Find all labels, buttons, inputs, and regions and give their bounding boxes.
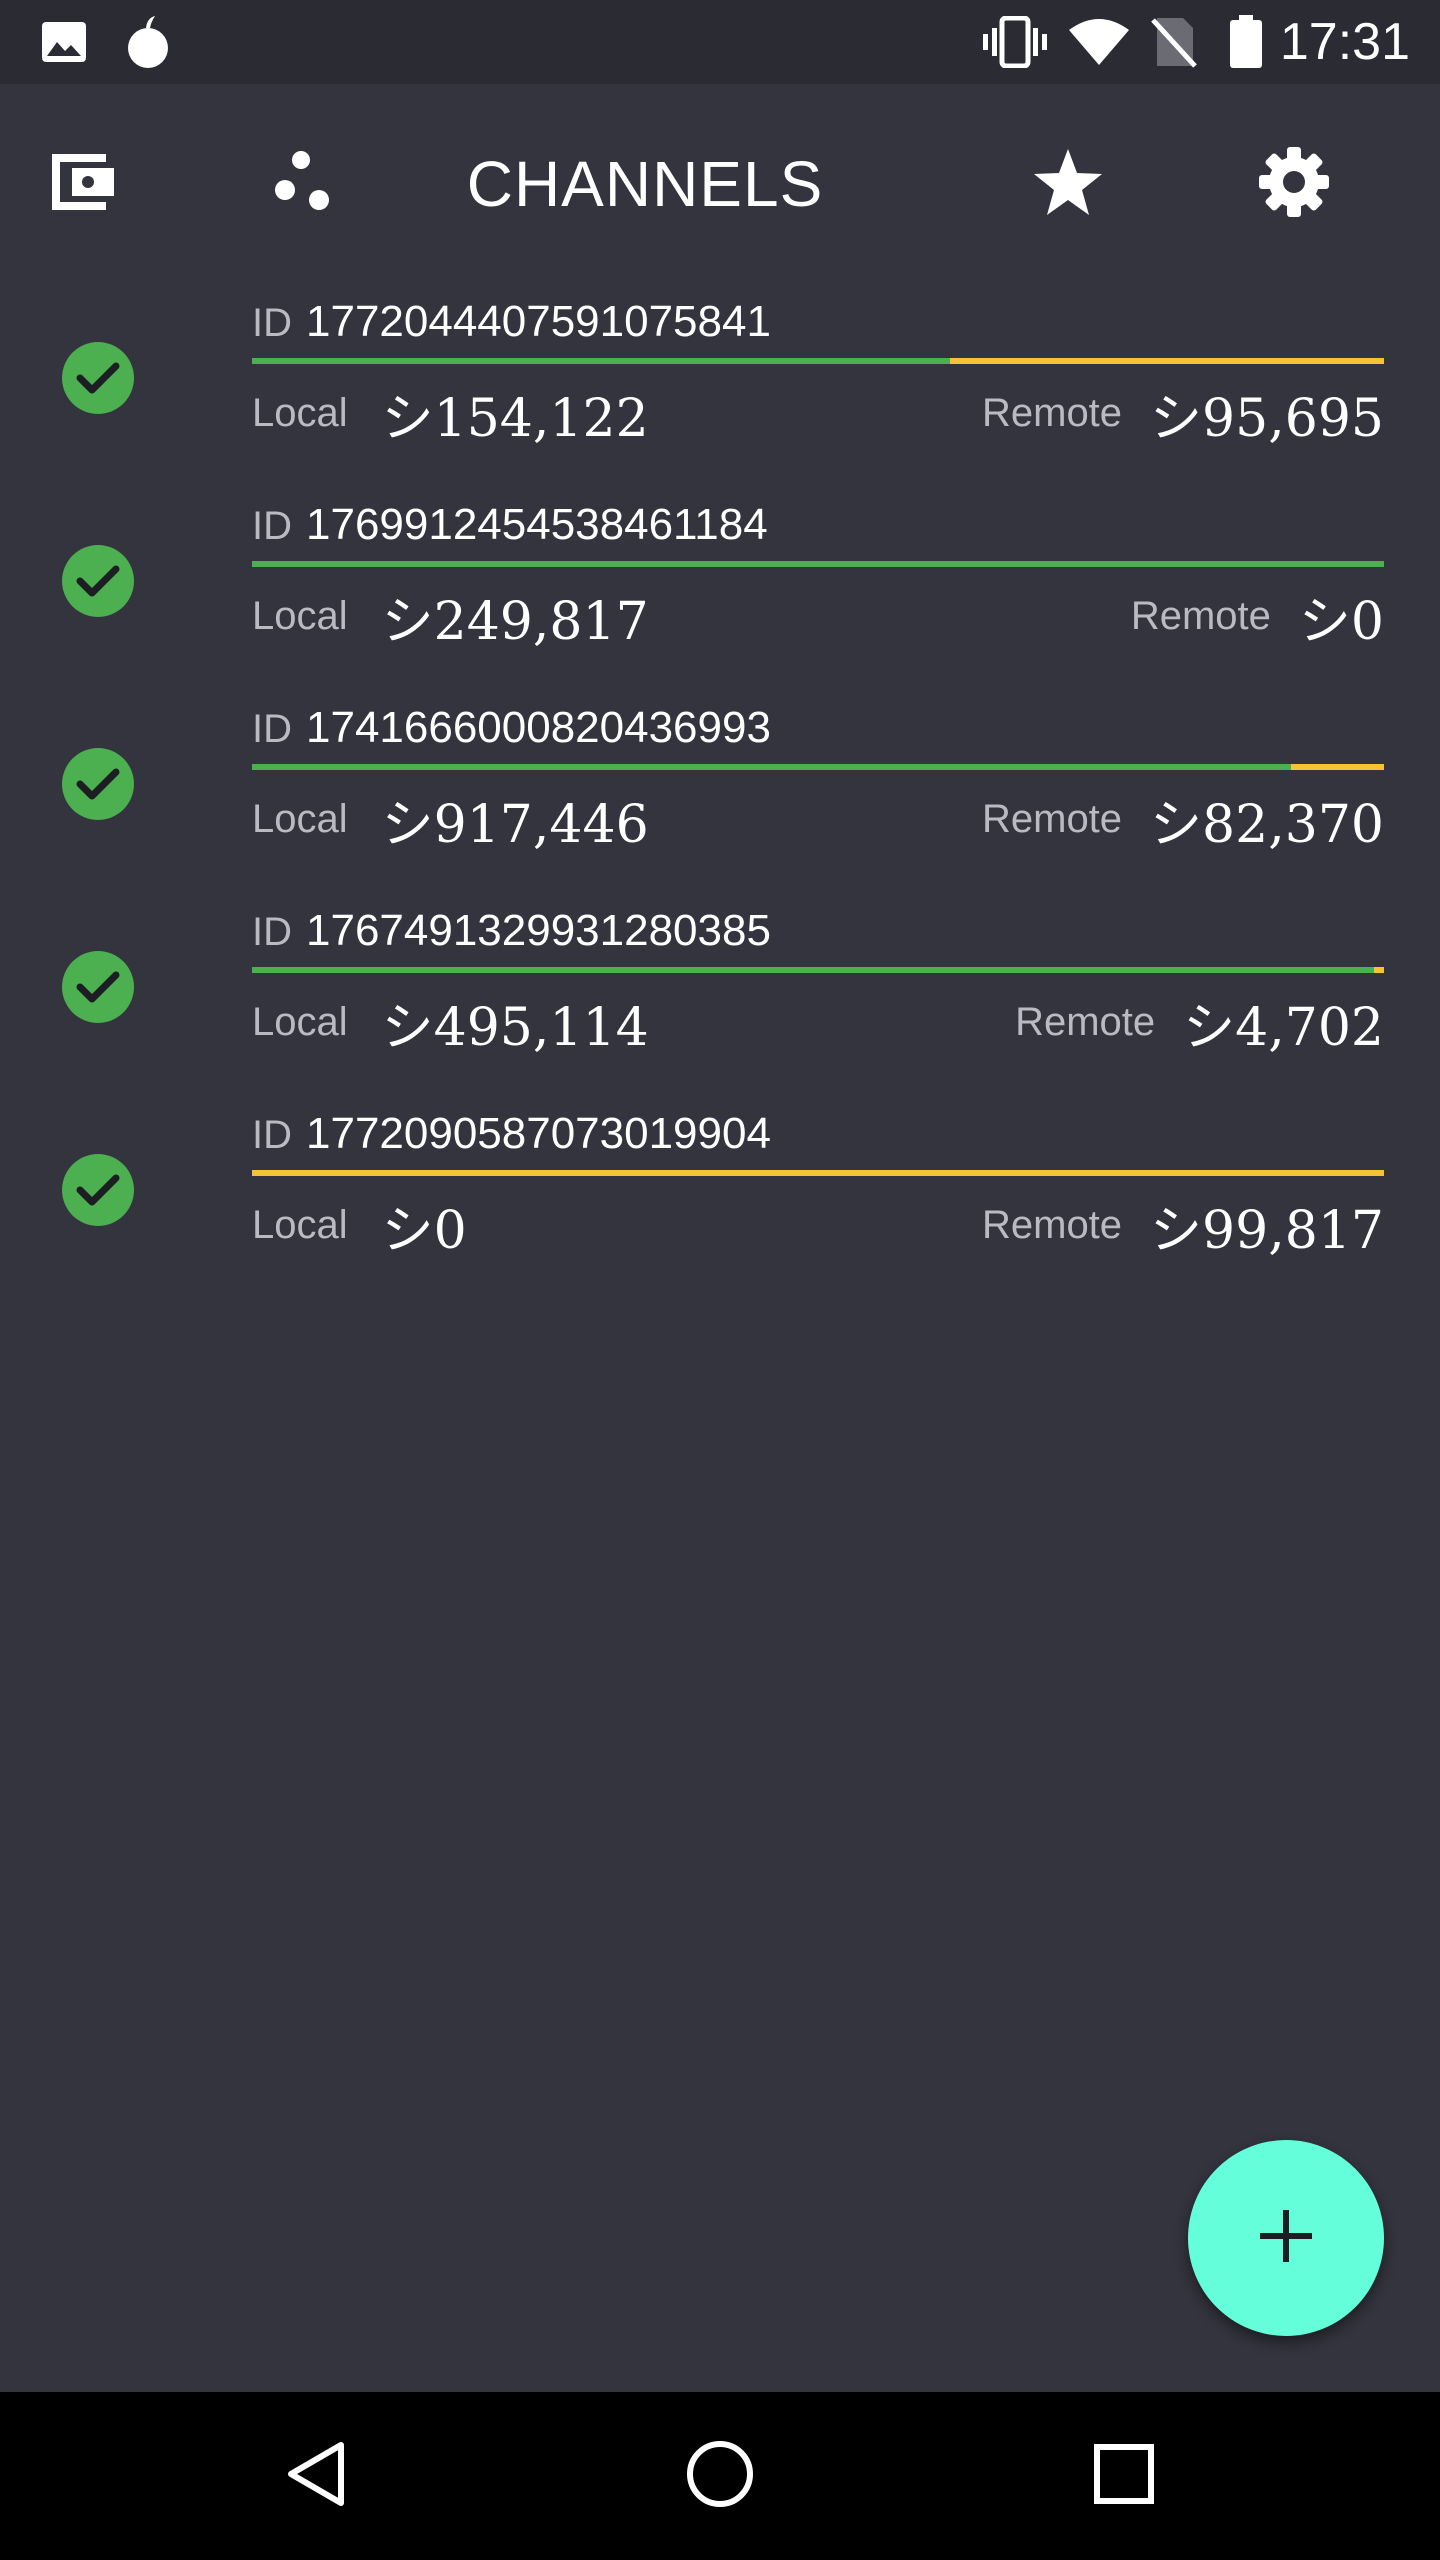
channel-id-label: ID [252,707,292,751]
settings-button[interactable] [1244,134,1344,234]
recents-icon [1093,2443,1155,2510]
star-icon [1032,147,1104,222]
remote-amount: シ4,702 [1183,997,1384,1058]
app-bar: CHANNELS [0,84,1440,280]
channel-id-row: ID 1772044407591075841 [252,292,771,352]
local-label: Local [252,796,348,841]
local-amount: シ917,446 [381,794,649,855]
remote-balance: Remote シ82,370 [982,782,1384,857]
remote-balance: Remote シ4,702 [1015,985,1384,1060]
favorites-button[interactable] [1018,134,1118,234]
plus-icon [1258,2208,1314,2269]
check-icon [62,951,134,1023]
balance-bar [252,967,1384,973]
remote-balance: Remote シ95,695 [982,376,1384,451]
remote-label: Remote [1130,593,1271,638]
channel-id: 1772044407591075841 [306,297,771,346]
recents-button[interactable] [1074,2426,1174,2526]
local-balance: Local シ249,817 [252,579,649,654]
balance-bar-local [252,561,1384,567]
remote-amount: シ0 [1298,591,1384,652]
channel-item[interactable]: ID 1772090587073019904 Local シ0 Remote シ9… [0,1092,1440,1295]
balance-bar [252,358,1384,364]
local-amount: シ249,817 [381,591,649,652]
local-balance: Local シ0 [252,1188,467,1263]
channel-id-row: ID 1769912454538461184 [252,495,768,555]
channel-item[interactable]: ID 1769912454538461184 Local シ249,817 Rem… [0,483,1440,686]
battery-icon [1222,14,1270,70]
channel-id: 1767491329931280385 [306,906,771,955]
local-balance: Local シ495,114 [252,985,649,1060]
home-button[interactable] [670,2426,770,2526]
local-amount: シ495,114 [381,997,649,1058]
balance-bar-local [252,967,1374,973]
no-sim-icon [1148,14,1200,70]
remote-label: Remote [1015,999,1156,1044]
channel-list: ID 1772044407591075841 Local シ154,122 Rem… [0,280,1440,1295]
remote-amount: シ82,370 [1150,794,1384,855]
check-icon [62,545,134,617]
remote-balance: Remote シ99,817 [982,1188,1384,1263]
channel-id: 1741666000820436993 [306,703,771,752]
balance-bar [252,764,1384,770]
channel-id-label: ID [252,301,292,345]
remote-label: Remote [981,796,1123,841]
peers-button[interactable] [255,134,355,234]
balance-bar-local [252,358,951,364]
remote-label: Remote [981,1202,1123,1247]
balance-row: Local シ495,114 Remote シ4,702 [252,985,1384,1060]
local-label: Local [252,390,348,435]
local-label: Local [252,1202,348,1247]
page-title: CHANNELS [466,148,824,220]
balance-bar [252,561,1384,567]
settings-icon [1257,145,1331,224]
check-icon [62,342,134,414]
status-bar: 17:31 [0,0,1440,84]
balance-row: Local シ917,446 Remote シ82,370 [252,782,1384,857]
notification-app-icon [120,14,176,70]
check-icon [62,748,134,820]
remote-balance: Remote シ0 [1131,579,1384,654]
channel-id-row: ID 1767491329931280385 [252,901,771,961]
balance-row: Local シ154,122 Remote シ95,695 [252,376,1384,451]
system-nav-bar [0,2392,1440,2560]
channel-id-label: ID [252,504,292,548]
local-balance: Local シ154,122 [252,376,649,451]
balance-row: Local シ249,817 Remote シ0 [252,579,1384,654]
local-balance: Local シ917,446 [252,782,649,857]
channel-id-row: ID 1741666000820436993 [252,698,771,758]
local-amount: シ154,122 [381,388,649,449]
local-amount: シ0 [381,1200,467,1261]
peers-icon [273,150,337,219]
remote-amount: シ99,817 [1150,1200,1384,1261]
image-icon [36,14,92,70]
remote-amount: シ95,695 [1150,388,1384,449]
channel-item[interactable]: ID 1772044407591075841 Local シ154,122 Rem… [0,280,1440,483]
channel-item[interactable]: ID 1767491329931280385 Local シ495,114 Rem… [0,889,1440,1092]
back-icon [285,2439,347,2514]
local-label: Local [252,999,348,1044]
add-channel-button[interactable] [1188,2140,1384,2336]
home-icon [685,2439,755,2514]
local-label: Local [252,593,348,638]
check-icon [62,1154,134,1226]
balance-bar [252,1170,1384,1176]
balance-row: Local シ0 Remote シ99,817 [252,1188,1384,1263]
wallet-icon [44,148,116,221]
channel-id-label: ID [252,910,292,954]
channel-id-label: ID [252,1113,292,1157]
channel-id: 1772090587073019904 [306,1109,771,1158]
remote-label: Remote [981,390,1123,435]
wallet-button[interactable] [30,134,130,234]
status-time: 17:31 [1279,13,1410,71]
channel-id: 1769912454538461184 [306,500,768,549]
channel-item[interactable]: ID 1741666000820436993 Local シ917,446 Rem… [0,686,1440,889]
balance-bar-local [252,764,1292,770]
vibrate-icon [982,14,1048,70]
back-button[interactable] [266,2426,366,2526]
wifi-icon [1066,14,1132,70]
channel-id-row: ID 1772090587073019904 [252,1104,771,1164]
